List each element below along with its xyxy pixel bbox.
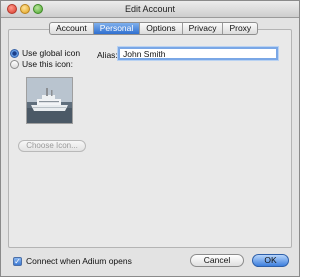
tab-proxy[interactable]: Proxy xyxy=(223,23,257,34)
account-icon-preview xyxy=(26,77,73,124)
use-this-icon-option[interactable]: Use this icon: xyxy=(10,59,73,69)
use-global-icon-option[interactable]: Use global icon xyxy=(10,48,80,58)
title-bar[interactable]: Edit Account xyxy=(1,1,299,18)
alias-label: Alias: xyxy=(97,50,118,60)
cancel-button[interactable]: Cancel xyxy=(190,254,244,267)
connect-when-adium-opens-label: Connect when Adium opens xyxy=(26,256,132,266)
tab-account[interactable]: Account xyxy=(50,23,94,34)
tab-personal[interactable]: Personal xyxy=(93,23,141,34)
connect-when-adium-opens-option[interactable]: ✓ Connect when Adium opens xyxy=(13,256,132,266)
ok-button[interactable]: OK xyxy=(252,254,289,267)
choose-icon-button[interactable]: Choose Icon... xyxy=(18,140,86,152)
alias-input[interactable] xyxy=(118,47,278,60)
tab-bar: Account Personal Options Privacy Proxy xyxy=(49,22,259,35)
use-global-icon-radio[interactable] xyxy=(10,48,19,58)
use-global-icon-label: Use global icon xyxy=(22,48,81,58)
use-this-icon-label: Use this icon: xyxy=(22,59,74,69)
tab-options[interactable]: Options xyxy=(140,23,183,34)
window-title: Edit Account xyxy=(124,4,176,14)
connect-when-adium-opens-checkbox[interactable]: ✓ xyxy=(13,256,22,266)
use-this-icon-radio[interactable] xyxy=(10,59,19,69)
edit-account-window: Edit Account Account Personal Options Pr… xyxy=(0,0,300,277)
tab-privacy[interactable]: Privacy xyxy=(183,23,224,34)
ship-image-icon xyxy=(27,78,72,123)
